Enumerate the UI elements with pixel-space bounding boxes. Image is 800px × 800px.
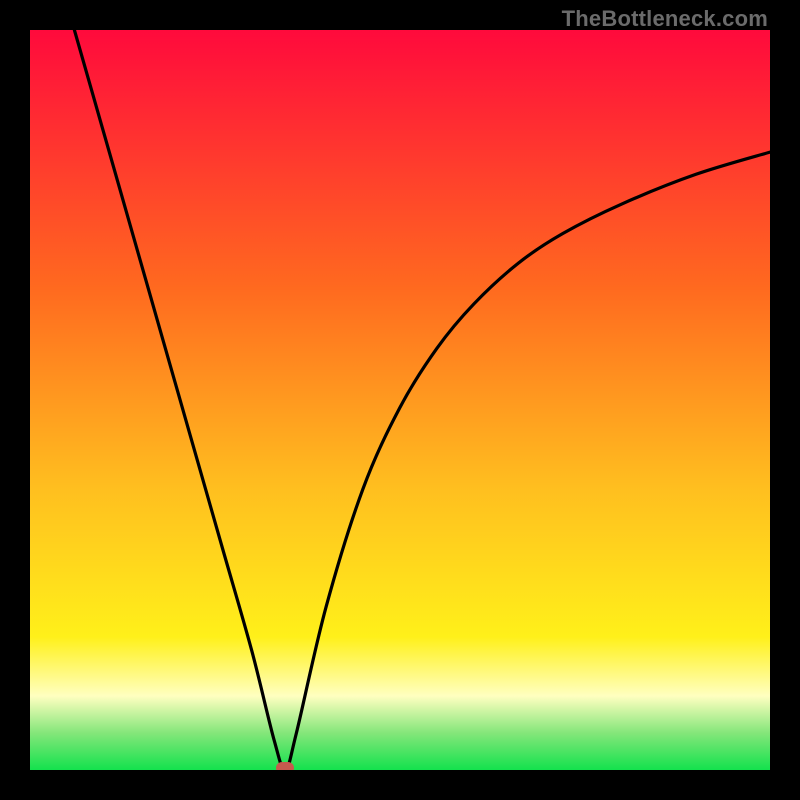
bottleneck-curve (30, 30, 770, 770)
plot-area (30, 30, 770, 770)
chart-frame: TheBottleneck.com (0, 0, 800, 800)
minimum-marker (276, 762, 294, 770)
watermark-label: TheBottleneck.com (562, 6, 768, 32)
